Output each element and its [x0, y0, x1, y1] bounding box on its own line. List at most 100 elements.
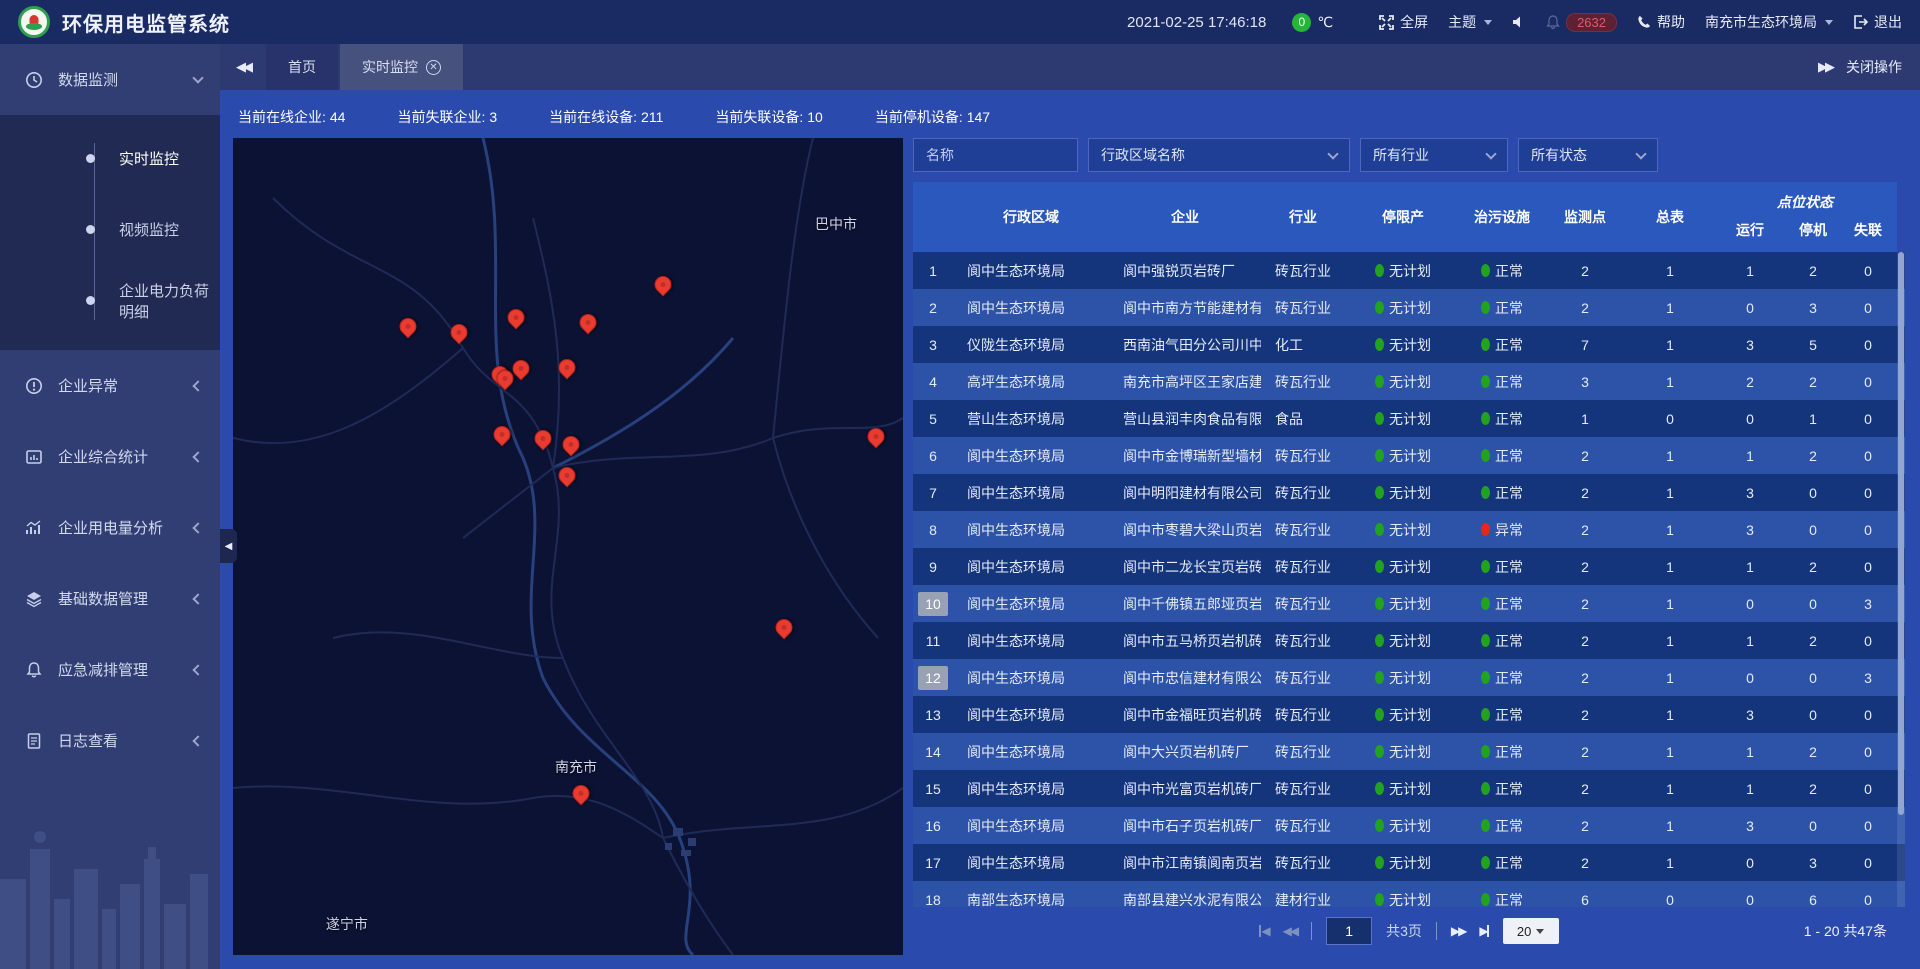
cell-meters: 1	[1627, 733, 1713, 770]
table-row[interactable]: 8阆中生态环境局阆中市枣碧大梁山页岩砖瓦行业无计划异常21300	[913, 511, 1905, 548]
cell-limit-status: 无计划	[1345, 585, 1461, 622]
cell-limit-status: 无计划	[1345, 733, 1461, 770]
row-number: 12	[918, 666, 948, 690]
table-row[interactable]: 5营山生态环境局营山县润丰肉食品有限食品无计划正常10010	[913, 400, 1905, 437]
table-row[interactable]: 3仪陇生态环境局西南油气田分公司川中化工无计划正常71350	[913, 326, 1905, 363]
next-page-button[interactable]: ▶▶	[1451, 924, 1465, 938]
cell-run: 3	[1713, 807, 1787, 844]
sidebar-subitem-视频监控[interactable]: 视频监控	[0, 194, 220, 265]
cell-stop: 2	[1787, 548, 1839, 585]
status-dot-green-icon	[1375, 264, 1384, 277]
tab-close-icon[interactable]: ✕	[426, 60, 441, 75]
help-button[interactable]: 帮助	[1637, 12, 1685, 32]
cell-facility-status: 正常	[1461, 844, 1543, 881]
sidebar-item-企业用电量分析[interactable]: 企业用电量分析	[0, 492, 220, 563]
notification-area[interactable]: 2632	[1546, 13, 1617, 32]
cell-limit-status: 无计划	[1345, 659, 1461, 696]
tab-scroll-left-icon[interactable]: ◀◀	[220, 44, 266, 90]
sidebar-item-企业异常[interactable]: 企业异常	[0, 350, 220, 421]
sidebar-subitem-label: 实时监控	[119, 148, 179, 169]
cell-meters: 1	[1627, 363, 1713, 400]
table-row[interactable]: 12阆中生态环境局阆中市忠信建材有限公砖瓦行业无计划正常21003	[913, 659, 1905, 696]
phone-icon	[1637, 15, 1651, 29]
name-filter-input-field[interactable]	[926, 147, 1065, 163]
cell-lost: 0	[1839, 733, 1897, 770]
tab-scroll-right-icon[interactable]: ▶▶	[1818, 59, 1832, 75]
exit-button[interactable]: 退出	[1853, 12, 1902, 32]
filter-row: 行政区域名称 所有行业 所有状态	[913, 138, 1905, 172]
row-number: 16	[918, 814, 948, 838]
status-dot-green-icon	[1481, 782, 1490, 795]
cell-stop: 0	[1787, 511, 1839, 548]
first-page-button[interactable]: ◀	[1259, 924, 1268, 938]
cell-points: 2	[1543, 844, 1627, 881]
cell-run: 1	[1713, 770, 1787, 807]
cell-facility-status: 正常	[1461, 696, 1543, 733]
cell-limit-status: 无计划	[1345, 548, 1461, 585]
cell-lost: 0	[1839, 437, 1897, 474]
industry-filter-select[interactable]: 所有行业	[1360, 138, 1508, 172]
log-file-icon	[24, 732, 44, 750]
last-page-button[interactable]: ▶	[1479, 924, 1488, 938]
volume-button[interactable]	[1512, 15, 1526, 29]
cell-points: 2	[1543, 474, 1627, 511]
tab-实时监控[interactable]: 实时监控✕	[340, 44, 463, 90]
cell-stop: 2	[1787, 252, 1839, 289]
cell-points: 2	[1543, 770, 1627, 807]
cell-lost: 0	[1839, 807, 1897, 844]
status-dot-green-icon	[1481, 856, 1490, 869]
table-row[interactable]: 4高坪生态环境局南充市高坪区王家店建砖瓦行业无计划正常31220	[913, 363, 1905, 400]
sidebar-subitem-企业电力负荷明细[interactable]: 企业电力负荷明细	[0, 265, 220, 336]
sidebar-subitem-实时监控[interactable]: 实时监控	[0, 123, 220, 194]
cell-meters: 0	[1627, 400, 1713, 437]
region-filter-select[interactable]: 行政区域名称	[1088, 138, 1350, 172]
prev-page-button[interactable]: ◀◀	[1283, 924, 1297, 938]
status-dot-green-icon	[1481, 412, 1490, 425]
cell-region: 阆中生态环境局	[953, 622, 1109, 659]
row-number: 17	[918, 851, 948, 875]
stat-value: 44	[330, 109, 346, 125]
table-row[interactable]: 11阆中生态环境局阆中市五马桥页岩机砖砖瓦行业无计划正常21120	[913, 622, 1905, 659]
cell-meters: 0	[1627, 881, 1713, 907]
sidebar-collapse-handle[interactable]: ◀	[220, 529, 237, 563]
close-operations-button[interactable]: 关闭操作	[1846, 57, 1902, 77]
table-row[interactable]: 10阆中生态环境局阆中千佛镇五郎垭页岩砖瓦行业无计划正常21003	[913, 585, 1905, 622]
table-row[interactable]: 1阆中生态环境局阆中强锐页岩砖厂砖瓦行业无计划正常21120	[913, 252, 1905, 289]
cell-company: 阆中市五马桥页岩机砖	[1109, 622, 1261, 659]
tab-首页[interactable]: 首页	[266, 44, 338, 90]
notification-count-badge: 2632	[1566, 13, 1617, 32]
org-dropdown[interactable]: 南充市生态环境局	[1705, 12, 1833, 32]
cell-lost: 3	[1839, 585, 1897, 622]
cell-region: 高坪生态环境局	[953, 363, 1109, 400]
page-size-select[interactable]: 20	[1503, 918, 1559, 944]
vertical-scrollbar[interactable]	[1897, 252, 1905, 907]
table-row[interactable]: 14阆中生态环境局阆中大兴页岩机砖厂砖瓦行业无计划正常21120	[913, 733, 1905, 770]
datetime: 2021-02-25 17:46:18	[1127, 14, 1266, 31]
stat-item: 当前在线设备:211	[549, 107, 663, 127]
sidebar-item-基础数据管理[interactable]: 基础数据管理	[0, 563, 220, 634]
cell-region: 阆中生态环境局	[953, 511, 1109, 548]
fullscreen-button[interactable]: 全屏	[1379, 12, 1428, 32]
cell-points: 2	[1543, 807, 1627, 844]
table-row[interactable]: 6阆中生态环境局阆中市金博瑞新型墙材砖瓦行业无计划正常21120	[913, 437, 1905, 474]
table-row[interactable]: 2阆中生态环境局阆中市南方节能建材有砖瓦行业无计划正常21030	[913, 289, 1905, 326]
sidebar-item-应急减排管理[interactable]: 应急减排管理	[0, 634, 220, 705]
table-row[interactable]: 13阆中生态环境局阆中市金福旺页岩机砖砖瓦行业无计划正常21300	[913, 696, 1905, 733]
sidebar-item-日志查看[interactable]: 日志查看	[0, 705, 220, 776]
cell-facility-status: 正常	[1461, 881, 1543, 907]
table-row[interactable]: 18南部生态环境局南部县建兴水泥有限公建材行业无计划正常60060	[913, 881, 1905, 907]
table-row[interactable]: 16阆中生态环境局阆中市石子页岩机砖厂砖瓦行业无计划正常21300	[913, 807, 1905, 844]
theme-dropdown[interactable]: 主题	[1448, 12, 1492, 32]
name-filter-input[interactable]	[913, 138, 1078, 172]
status-filter-select[interactable]: 所有状态	[1518, 138, 1658, 172]
stat-value: 3	[489, 109, 497, 125]
sidebar-item-数据监测[interactable]: 数据监测	[0, 44, 220, 115]
table-row[interactable]: 9阆中生态环境局阆中市二龙长宝页岩砖砖瓦行业无计划正常21120	[913, 548, 1905, 585]
map[interactable]: 巴中市南充市遂宁市	[233, 138, 903, 955]
sidebar-item-企业综合统计[interactable]: 企业综合统计	[0, 421, 220, 492]
table-row[interactable]: 7阆中生态环境局阆中明阳建材有限公司砖瓦行业无计划正常21300	[913, 474, 1905, 511]
table-row[interactable]: 15阆中生态环境局阆中市光富页岩机砖厂砖瓦行业无计划正常21120	[913, 770, 1905, 807]
table-row[interactable]: 17阆中生态环境局阆中市江南镇阆南页岩砖瓦行业无计划正常21030	[913, 844, 1905, 881]
page-number-input[interactable]	[1326, 917, 1372, 945]
cell-industry: 化工	[1261, 326, 1345, 363]
